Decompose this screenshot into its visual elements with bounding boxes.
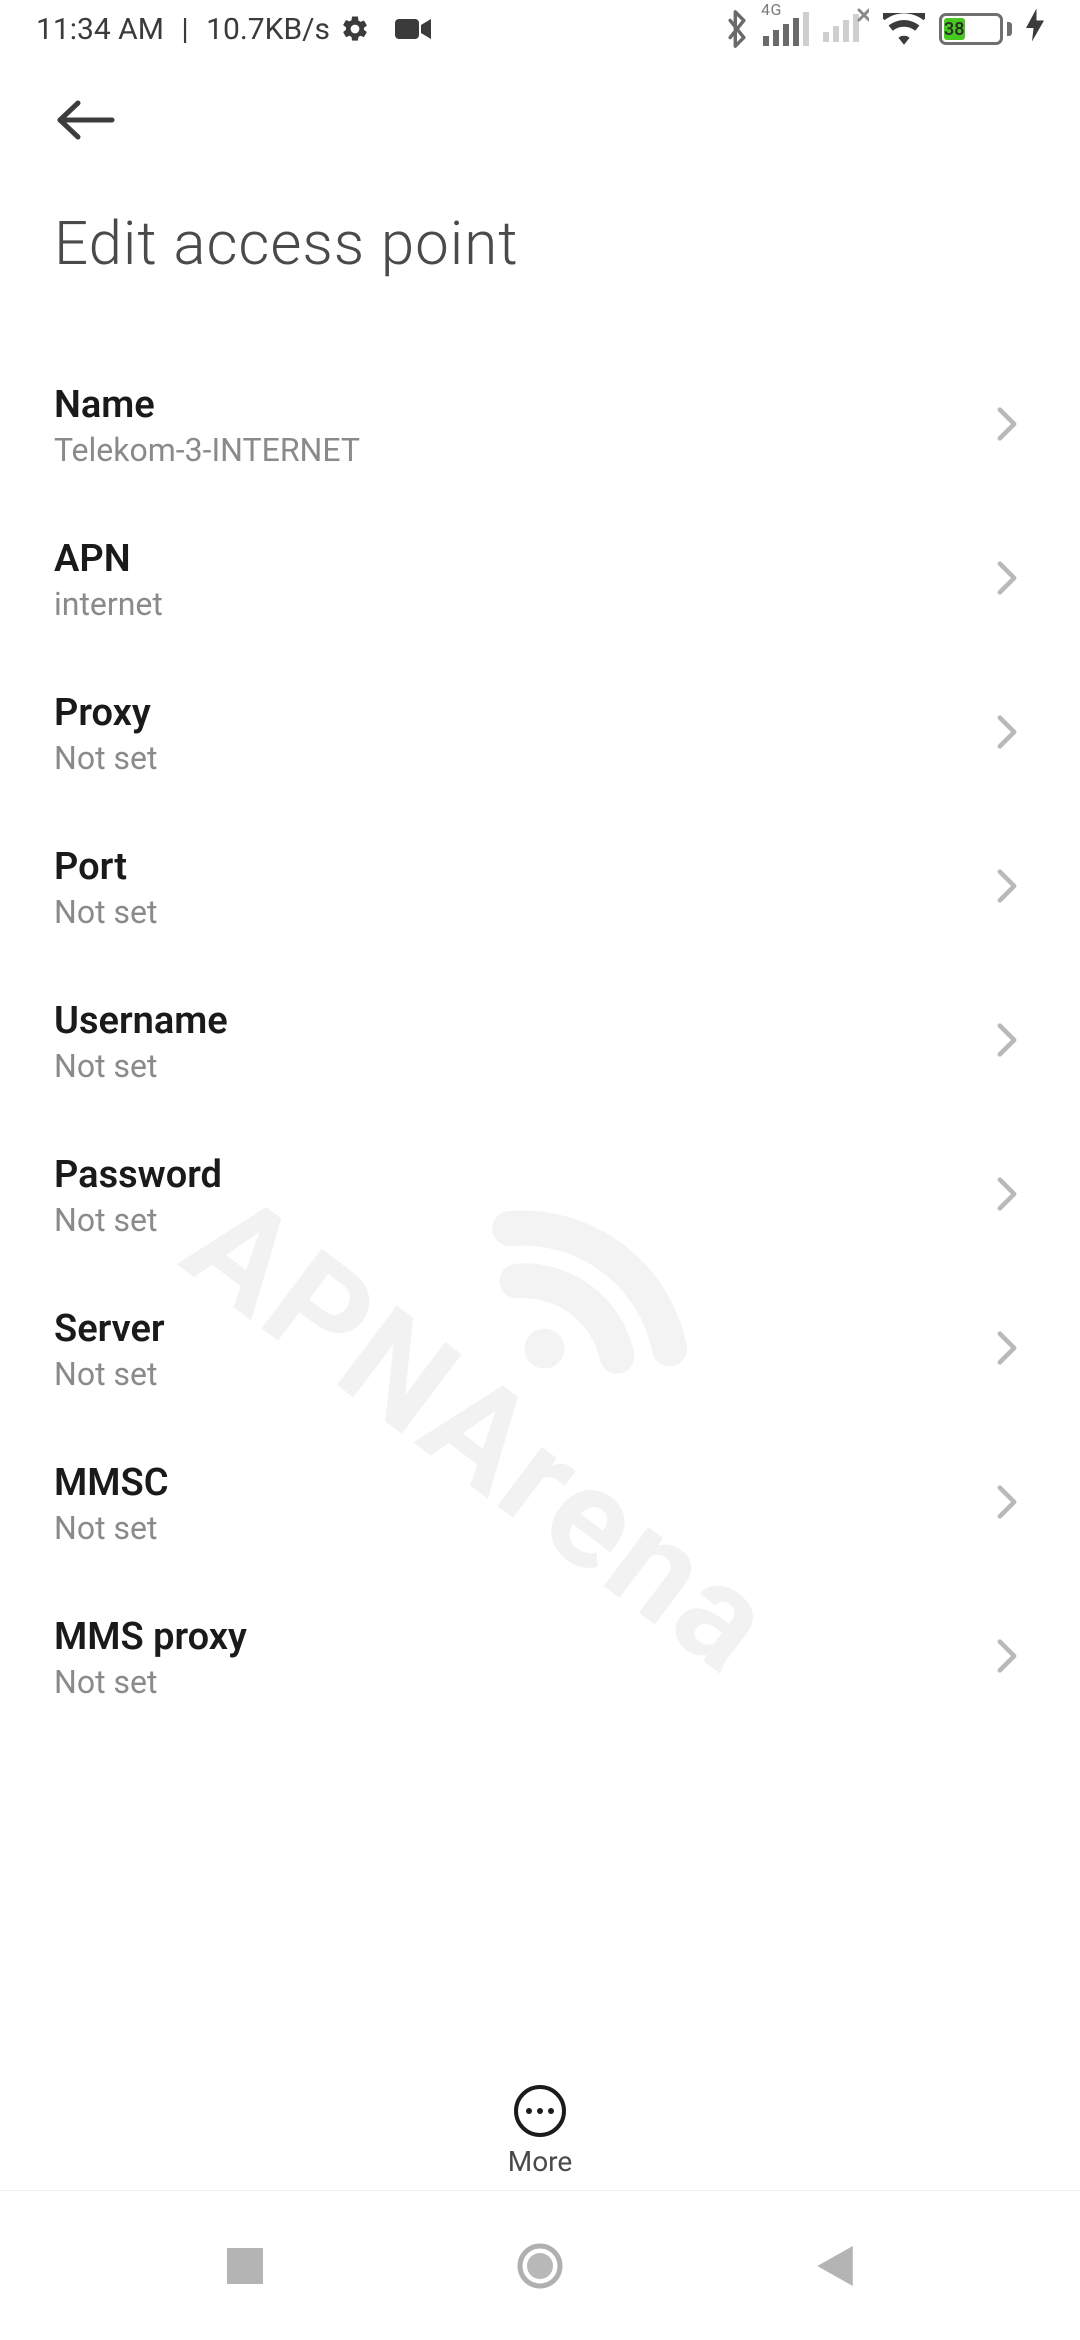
- gear-icon: [340, 0, 385, 114]
- bluetooth-icon: [725, 10, 749, 48]
- status-data-rate: 10.7KB/s: [206, 12, 330, 47]
- signal-sim1-icon: 4G: [763, 12, 809, 46]
- item-label: Proxy: [54, 691, 157, 735]
- item-label: Password: [54, 1153, 222, 1197]
- item-label: MMS proxy: [54, 1615, 247, 1659]
- item-value: Telekom-3-INTERNET: [54, 431, 360, 469]
- page-title: Edit access point: [54, 208, 1026, 279]
- square-icon: [227, 2248, 263, 2284]
- item-value: Not set: [54, 1201, 222, 1239]
- bottom-action-bar: More: [0, 2085, 1080, 2178]
- apn-item-name[interactable]: Name Telekom-3-INTERNET: [54, 349, 1026, 503]
- nav-back-button[interactable]: [817, 2246, 853, 2286]
- status-bar-right: 4G 38: [725, 8, 1044, 50]
- chevron-right-icon: [996, 1176, 1026, 1216]
- apn-item-username[interactable]: Username Not set: [54, 965, 1026, 1119]
- chevron-right-icon: [996, 1330, 1026, 1370]
- item-value: Not set: [54, 1509, 169, 1547]
- status-bar-left: 11:34 AM | 10.7KB/s: [36, 0, 439, 114]
- chevron-right-icon: [996, 1022, 1026, 1062]
- signal-sim2-no-service-icon: [823, 8, 869, 50]
- item-value: Not set: [54, 893, 157, 931]
- chevron-right-icon: [996, 1484, 1026, 1524]
- video-camera-icon: [395, 0, 440, 111]
- arrow-left-icon: [56, 99, 116, 141]
- apn-settings-list[interactable]: APNArena Name Telekom-3-INTERNET APN int…: [0, 279, 1080, 2269]
- apn-item-mms-proxy[interactable]: MMS proxy Not set: [54, 1581, 1026, 1735]
- item-value: Not set: [54, 1663, 247, 1701]
- apn-item-apn[interactable]: APN internet: [54, 503, 1026, 657]
- status-time: 11:34 AM: [36, 12, 164, 47]
- network-type-badge: 4G: [761, 0, 782, 19]
- item-value: Not set: [54, 1047, 228, 1085]
- battery-percent-text: 38: [944, 19, 964, 40]
- wifi-icon: [883, 13, 925, 45]
- nav-home-button[interactable]: [516, 2242, 564, 2290]
- chevron-right-icon: [996, 1638, 1026, 1678]
- item-label: Username: [54, 999, 228, 1043]
- circle-icon: [516, 2242, 564, 2290]
- more-dots-icon: [526, 2108, 554, 2114]
- item-value: internet: [54, 585, 163, 623]
- chevron-right-icon: [996, 714, 1026, 754]
- chevron-right-icon: [996, 560, 1026, 600]
- status-separator: |: [174, 12, 196, 47]
- status-bar: 11:34 AM | 10.7KB/s 4G 38: [0, 0, 1080, 58]
- triangle-left-icon: [817, 2246, 853, 2286]
- more-button[interactable]: [514, 2085, 566, 2137]
- item-label: APN: [54, 537, 163, 581]
- item-label: Server: [54, 1307, 165, 1351]
- apn-item-proxy[interactable]: Proxy Not set: [54, 657, 1026, 811]
- apn-item-password[interactable]: Password Not set: [54, 1119, 1026, 1273]
- item-label: Name: [54, 383, 360, 427]
- nav-recents-button[interactable]: [227, 2248, 263, 2284]
- apn-item-server[interactable]: Server Not set: [54, 1273, 1026, 1427]
- item-label: MMSC: [54, 1461, 169, 1505]
- system-navigation-bar: [0, 2190, 1080, 2340]
- item-value: Not set: [54, 739, 157, 777]
- apn-item-mmsc[interactable]: MMSC Not set: [54, 1427, 1026, 1581]
- apn-item-port[interactable]: Port Not set: [54, 811, 1026, 965]
- chevron-right-icon: [996, 868, 1026, 908]
- battery-indicator: 38: [939, 13, 1012, 45]
- item-value: Not set: [54, 1355, 165, 1393]
- item-label: Port: [54, 845, 157, 889]
- more-button-label: More: [508, 2145, 573, 2178]
- charging-icon: [1026, 8, 1044, 50]
- chevron-right-icon: [996, 406, 1026, 446]
